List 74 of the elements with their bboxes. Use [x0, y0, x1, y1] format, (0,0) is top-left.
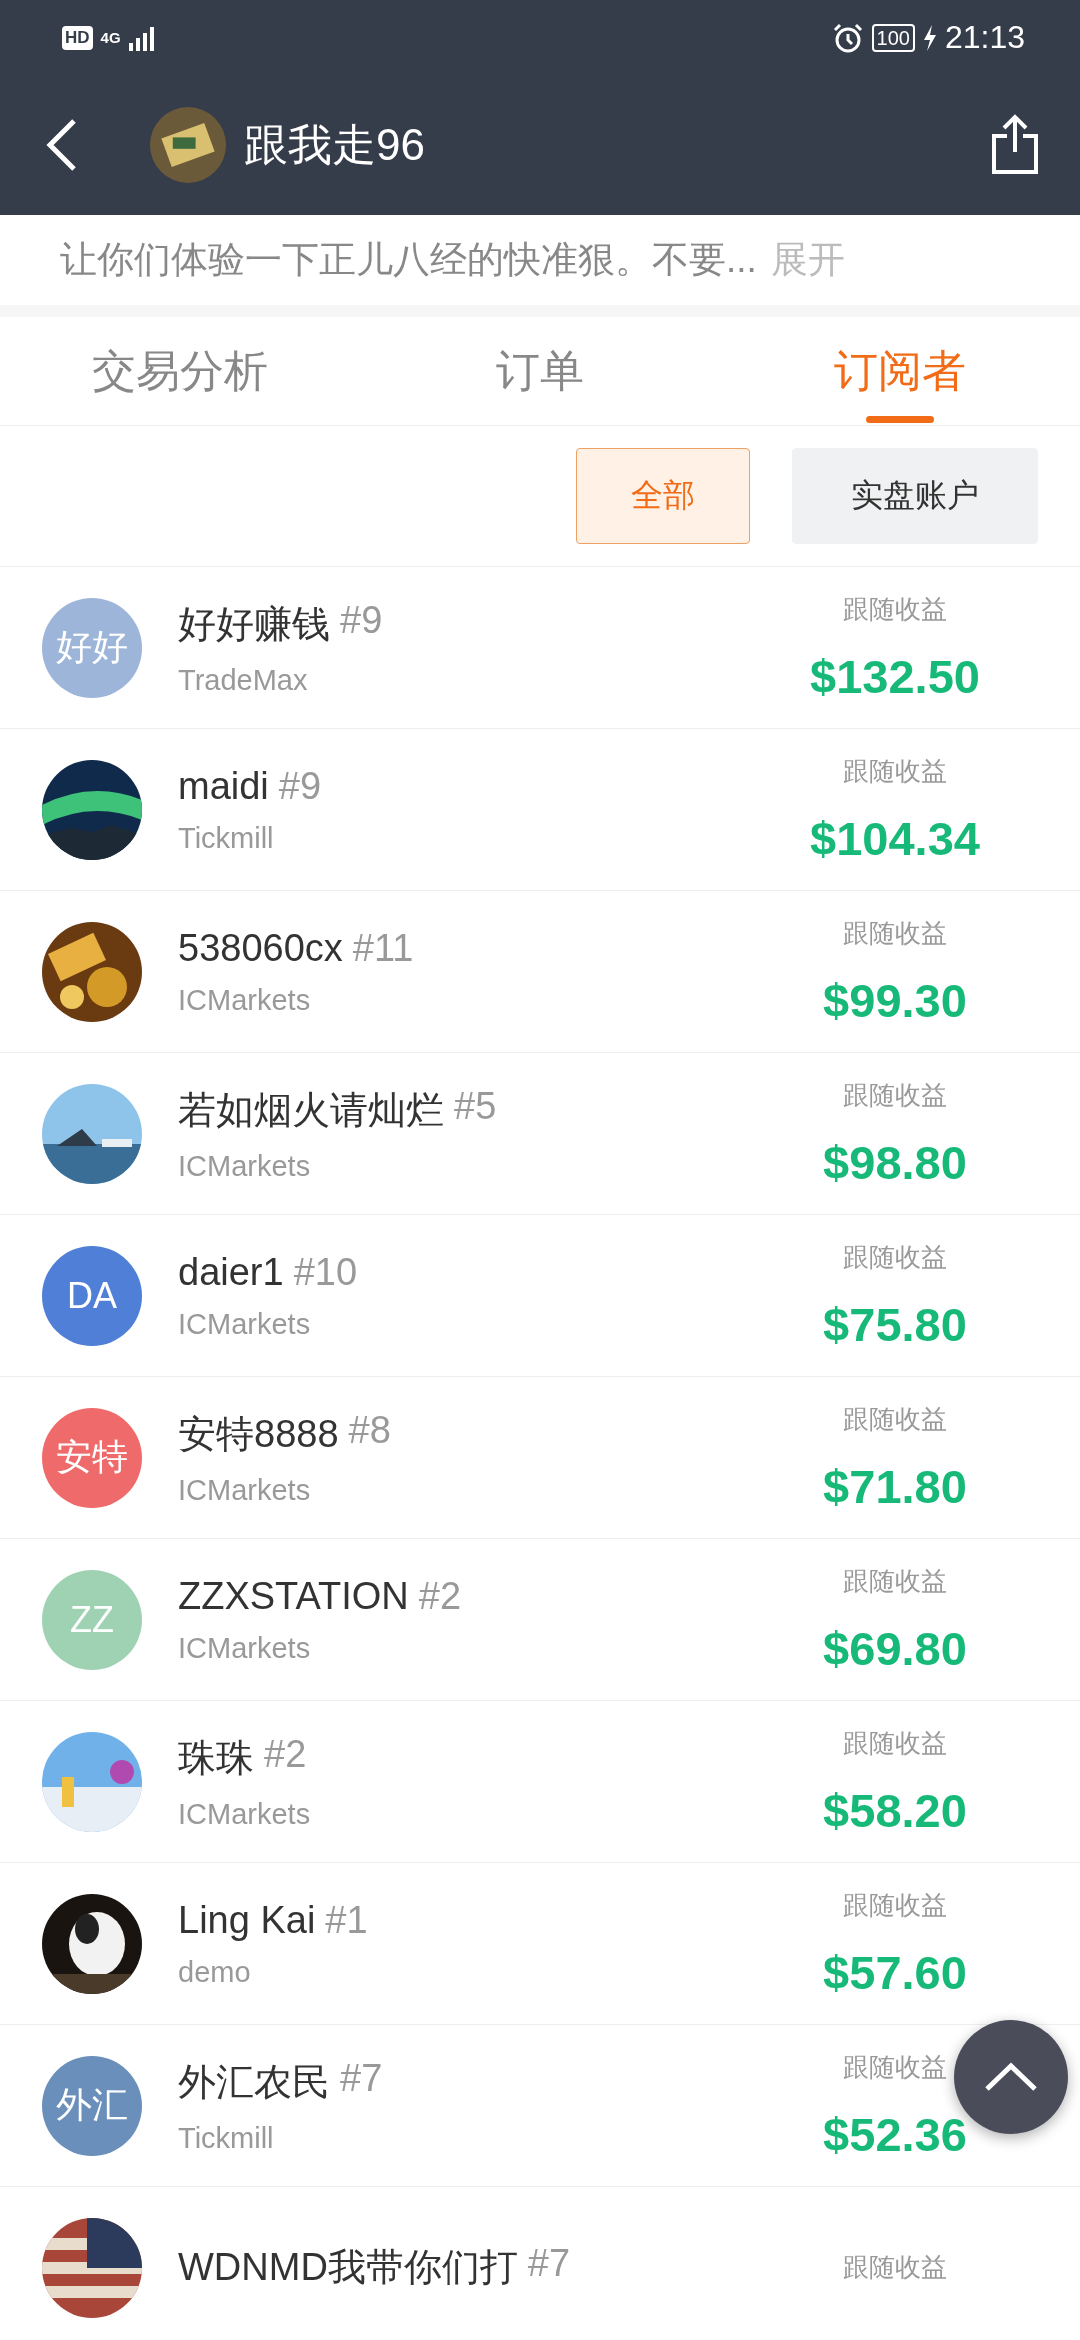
broker-name: ICMarkets	[178, 1149, 312, 1183]
filter-button[interactable]: 实盘账户	[792, 448, 1038, 544]
filter-button[interactable]: 全部	[576, 448, 750, 544]
profit-label: 跟随收益	[843, 916, 947, 950]
broker-name: ICMarkets	[178, 1473, 312, 1507]
profit-label: 跟随收益	[843, 1078, 947, 1112]
subscriber-rank: #5	[454, 1084, 497, 1129]
profit-amount: $52.36	[823, 2106, 967, 2162]
profit-amount: $69.80	[823, 1620, 967, 1676]
subscriber-name: ZZXSTATION	[178, 1574, 409, 1618]
tab[interactable]: 交易分析	[0, 317, 360, 425]
subscriber-rank: #2	[418, 1574, 462, 1618]
broker-name: ICMarkets	[178, 1631, 312, 1665]
subscriber-name: Ling Kai	[178, 1898, 316, 1942]
subscriber-name: WDNMD我带你们打	[178, 2245, 518, 2290]
profit-amount: $104.34	[810, 810, 980, 866]
profit-label: 跟随收益	[843, 1240, 947, 1274]
expand-link[interactable]: 展开	[770, 235, 845, 285]
network-type: 4G	[100, 30, 121, 45]
broker-name: Tickmill	[178, 2121, 275, 2155]
subscriber-name: 安特8888	[178, 1411, 339, 1457]
broker-name: TradeMax	[178, 663, 309, 697]
profit-amount: $98.80	[823, 1134, 967, 1190]
subscriber-name: daier1	[178, 1250, 284, 1294]
profit-label: 跟随收益	[843, 1402, 947, 1436]
tab[interactable]: 订单	[360, 317, 720, 425]
subscriber-name: maidi	[178, 764, 269, 808]
subscriber-name: 若如烟火请灿烂	[178, 1087, 444, 1133]
alarm-icon	[831, 21, 864, 54]
profit-label: 跟随收益	[843, 754, 947, 788]
profit-label: 跟随收益	[843, 2251, 947, 2284]
avatar: ZZ	[42, 1569, 142, 1670]
broker-name: ICMarkets	[178, 983, 312, 1017]
broker-name: ICMarkets	[178, 1797, 312, 1831]
battery-level: 100	[871, 23, 915, 52]
subscriber-rank: #10	[293, 1250, 358, 1294]
subscriber-rank: #9	[278, 764, 322, 808]
profit-amount: $75.80	[823, 1296, 967, 1352]
subscriber-rank: #1	[325, 1898, 368, 1942]
avatar: 安特	[42, 1407, 142, 1508]
avatar: 好好	[42, 597, 142, 698]
profit-amount: $99.30	[823, 972, 967, 1028]
profit-amount: $57.60	[823, 1944, 967, 2000]
broker-name: Tickmill	[178, 821, 275, 855]
subscriber-rank: #8	[348, 1408, 391, 1453]
subscriber-rank: #7	[527, 2242, 571, 2286]
broker-name: demo	[178, 1955, 252, 1989]
subscriber-rank: #11	[352, 926, 414, 970]
subscriber-name: 好好赚钱	[178, 601, 330, 647]
broker-name: ICMarkets	[178, 1307, 312, 1341]
charging-icon	[922, 24, 937, 51]
hd-icon: HD	[62, 25, 93, 50]
profit-amount: $132.50	[810, 648, 980, 704]
subscriber-name: 珠珠	[178, 1735, 254, 1781]
subscriber-rank: #7	[340, 2056, 383, 2101]
tab[interactable]: 订阅者	[720, 317, 1080, 425]
description-text: 让你们体验一下正儿八经的快准狠。不要...	[60, 238, 757, 282]
avatar: 外汇	[42, 2055, 142, 2156]
profit-label: 跟随收益	[843, 1564, 947, 1598]
profit-label: 跟随收益	[843, 1888, 947, 1922]
subscriber-name: 外汇农民	[178, 2059, 330, 2105]
profit-amount: $71.80	[823, 1458, 967, 1514]
clock-time: 21:13	[944, 19, 1025, 56]
subscriber-rank: #9	[340, 598, 383, 643]
subscriber-rank: #2	[264, 1732, 307, 1777]
profit-amount: $58.20	[823, 1782, 967, 1838]
subscriber-name: 538060cx	[178, 926, 343, 970]
header-title: 跟我走96	[244, 118, 426, 171]
chevron-up-icon	[983, 2061, 1039, 2093]
avatar: DA	[42, 1245, 142, 1346]
profit-label: 跟随收益	[843, 592, 947, 626]
profit-label: 跟随收益	[843, 1726, 947, 1760]
profit-label: 跟随收益	[843, 2050, 947, 2084]
share-button[interactable]	[990, 114, 1040, 176]
